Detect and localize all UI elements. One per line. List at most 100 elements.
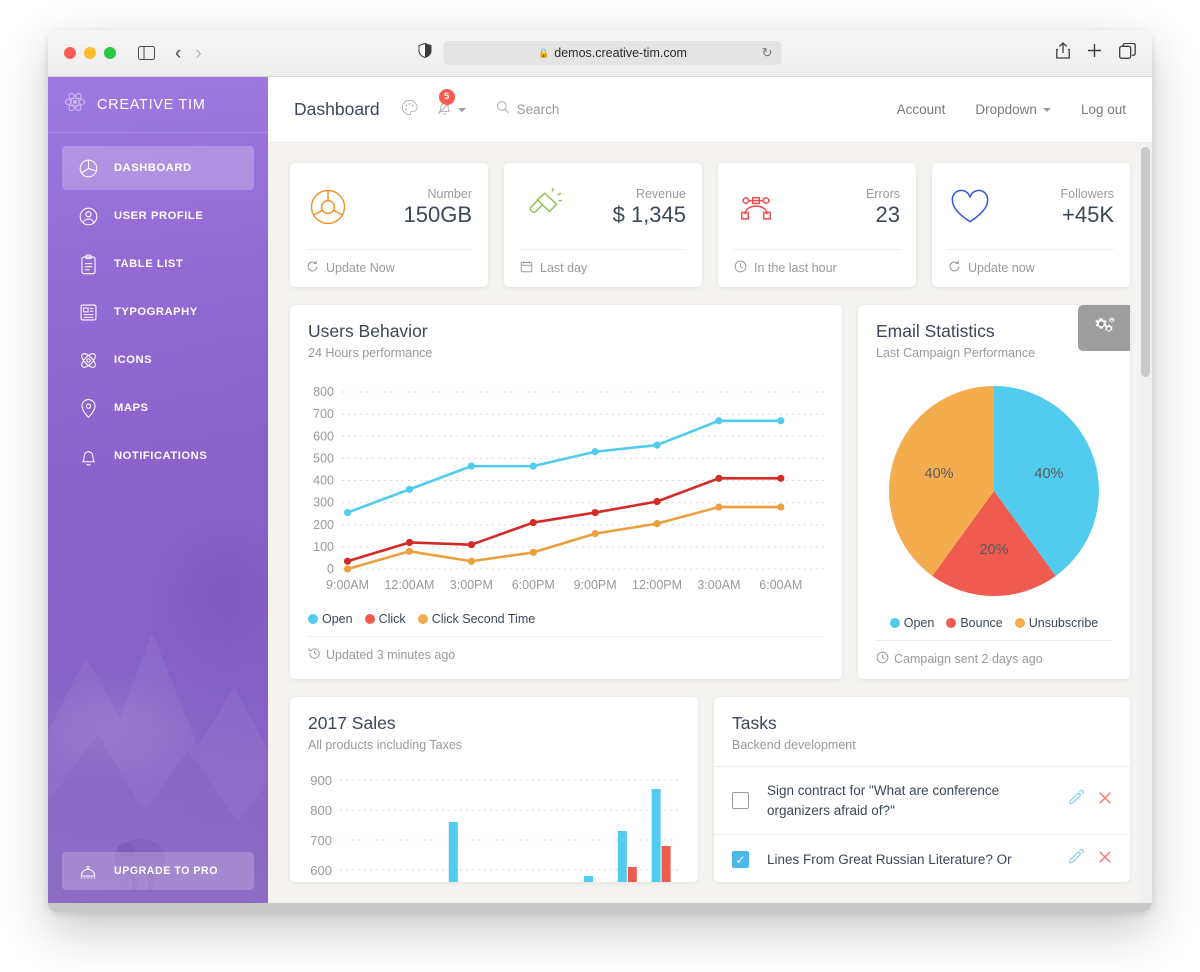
upgrade-to-pro-button[interactable]: UPGRADE TO PRO bbox=[62, 852, 254, 890]
task-label: Lines From Great Russian Literature? Or bbox=[767, 851, 1012, 867]
svg-text:20%: 20% bbox=[979, 542, 1008, 558]
card-footer: Campaign sent 2 days ago bbox=[876, 640, 1112, 679]
search-icon bbox=[496, 100, 510, 119]
palette-icon[interactable] bbox=[400, 98, 419, 122]
navigation-arrows: ‹ › bbox=[175, 44, 202, 63]
legend-label: Unsubscribe bbox=[1028, 616, 1099, 630]
task-row: Sign contract for "What are conference o… bbox=[714, 766, 1130, 834]
forward-icon[interactable]: › bbox=[195, 44, 201, 63]
back-icon[interactable]: ‹ bbox=[175, 44, 181, 63]
tabs-icon[interactable] bbox=[1119, 42, 1136, 64]
stat-footer-label: In the last hour bbox=[754, 261, 837, 275]
legend-item[interactable]: Click bbox=[364, 612, 406, 626]
stat-footer[interactable]: Last day bbox=[520, 249, 686, 287]
sidebar-item-table-list[interactable]: TABLE LIST bbox=[62, 242, 254, 286]
address-bar[interactable]: 🔒 demos.creative-tim.com ↻ bbox=[443, 41, 782, 65]
chart-subtitle: 24 Hours performance bbox=[308, 346, 433, 360]
bottom-row: 2017 Sales All products including Taxes … bbox=[290, 697, 1130, 882]
share-icon[interactable] bbox=[1056, 42, 1070, 64]
svg-text:800: 800 bbox=[310, 803, 332, 818]
reload-icon[interactable]: ↻ bbox=[762, 45, 773, 61]
edit-icon[interactable] bbox=[1068, 848, 1085, 870]
stat-footer[interactable]: In the last hour bbox=[734, 249, 900, 287]
legend-label: Click bbox=[378, 612, 406, 626]
sidebar-item-maps[interactable]: MAPS bbox=[62, 386, 254, 430]
stat-footer[interactable]: Update Now bbox=[306, 249, 472, 287]
sidebar-item-notifications[interactable]: NOTIFICATIONS bbox=[62, 434, 254, 478]
legend-item[interactable]: Click Second Time bbox=[417, 612, 535, 626]
legend-item[interactable]: Unsubscribe bbox=[1014, 616, 1099, 630]
sidebar: CREATIVE TIM DASHBOARD USER PROFILE TABL… bbox=[48, 77, 268, 912]
plus-icon[interactable] bbox=[1087, 43, 1102, 63]
legend-label: Open bbox=[322, 612, 353, 626]
chart-legend: Open Bounce Unsubscribe bbox=[858, 600, 1130, 640]
sidebar-item-typography[interactable]: TYPOGRAPHY bbox=[62, 290, 254, 334]
sidebar-item-label: TYPOGRAPHY bbox=[114, 306, 198, 318]
stat-footer-label: Update now bbox=[968, 261, 1035, 275]
svg-text:40%: 40% bbox=[1034, 466, 1063, 482]
svg-text:9:00PM: 9:00PM bbox=[574, 578, 617, 592]
stat-footer[interactable]: Update now bbox=[948, 249, 1114, 287]
card-header: 2017 Sales All products including Taxes bbox=[290, 697, 698, 752]
sidebar-item-icons[interactable]: ICONS bbox=[62, 338, 254, 382]
sidebar-item-user-profile[interactable]: USER PROFILE bbox=[62, 194, 254, 238]
stat-meta: Revenue $ 1,345 bbox=[613, 187, 686, 228]
legend-item[interactable]: Open bbox=[308, 612, 353, 626]
legend-item[interactable]: Bounce bbox=[946, 616, 1003, 630]
stat-value: 150GB bbox=[403, 201, 473, 227]
sidebar-item-dashboard[interactable]: DASHBOARD bbox=[62, 146, 254, 190]
users-behavior-card: Users Behavior 24 Hours performance 0 100… bbox=[290, 305, 842, 679]
search-box[interactable]: Search bbox=[496, 100, 560, 119]
svg-text:200: 200 bbox=[313, 518, 334, 532]
charts-row: Users Behavior 24 Hours performance 0 100… bbox=[290, 305, 1130, 679]
stat-label: Errors bbox=[865, 186, 900, 201]
stat-card-errors: Errors 23 In the last hour bbox=[718, 163, 916, 287]
stat-top: Followers +45K bbox=[948, 179, 1114, 235]
topbar-links: Account Dropdown Log out bbox=[897, 102, 1126, 117]
brand[interactable]: CREATIVE TIM bbox=[48, 77, 268, 133]
refresh-icon bbox=[306, 260, 319, 276]
chart-title: Tasks bbox=[732, 713, 777, 733]
chart-title: 2017 Sales bbox=[308, 713, 396, 733]
search-input[interactable]: Search bbox=[517, 102, 560, 117]
logout-link[interactable]: Log out bbox=[1081, 102, 1126, 117]
svg-text:40%: 40% bbox=[925, 466, 954, 482]
svg-text:700: 700 bbox=[310, 833, 332, 848]
svg-text:12:00AM: 12:00AM bbox=[384, 578, 434, 592]
account-link[interactable]: Account bbox=[897, 102, 946, 117]
content-scrollbar[interactable] bbox=[1139, 143, 1152, 912]
scrollbar-thumb[interactable] bbox=[1141, 147, 1150, 377]
sidebar-item-label: MAPS bbox=[114, 402, 149, 414]
task-checkbox[interactable] bbox=[732, 792, 749, 810]
stat-footer-label: Last day bbox=[540, 261, 588, 275]
maximize-window-button[interactable] bbox=[104, 47, 116, 59]
close-icon[interactable] bbox=[1098, 791, 1112, 810]
close-icon[interactable] bbox=[1098, 850, 1112, 869]
sidebar-item-label: NOTIFICATIONS bbox=[114, 450, 208, 462]
sidebar-toggle-icon[interactable] bbox=[138, 46, 155, 60]
shield-icon[interactable] bbox=[418, 42, 432, 63]
toolbar-right bbox=[1056, 42, 1136, 64]
chart-subtitle: Backend development bbox=[732, 738, 856, 752]
edit-icon[interactable] bbox=[1068, 789, 1085, 811]
close-window-button[interactable] bbox=[64, 47, 76, 59]
clock-icon bbox=[876, 651, 889, 667]
sidebar-item-label: TABLE LIST bbox=[114, 258, 184, 270]
vector-nodes-icon bbox=[734, 185, 786, 229]
minimize-window-button[interactable] bbox=[84, 47, 96, 59]
chevron-down-icon[interactable] bbox=[457, 107, 466, 112]
chart-title: Email Statistics bbox=[876, 321, 995, 341]
task-actions bbox=[1068, 789, 1112, 811]
atom-icon bbox=[76, 350, 100, 371]
dropdown-link[interactable]: Dropdown bbox=[975, 102, 1051, 117]
legend-item[interactable]: Open bbox=[889, 616, 934, 630]
notification-badge: 5 bbox=[438, 88, 455, 105]
legend-label: Bounce bbox=[960, 616, 1003, 630]
task-checkbox[interactable]: ✓ bbox=[732, 851, 749, 869]
topbar: Dashboard 5 Search Account Dropdown Log … bbox=[268, 77, 1152, 143]
chart-title: Users Behavior bbox=[308, 321, 428, 341]
notifications-menu[interactable]: 5 bbox=[435, 88, 466, 122]
bell-icon bbox=[76, 446, 100, 467]
settings-gear-button[interactable] bbox=[1078, 305, 1130, 351]
app-shell: CREATIVE TIM DASHBOARD USER PROFILE TABL… bbox=[48, 77, 1152, 912]
